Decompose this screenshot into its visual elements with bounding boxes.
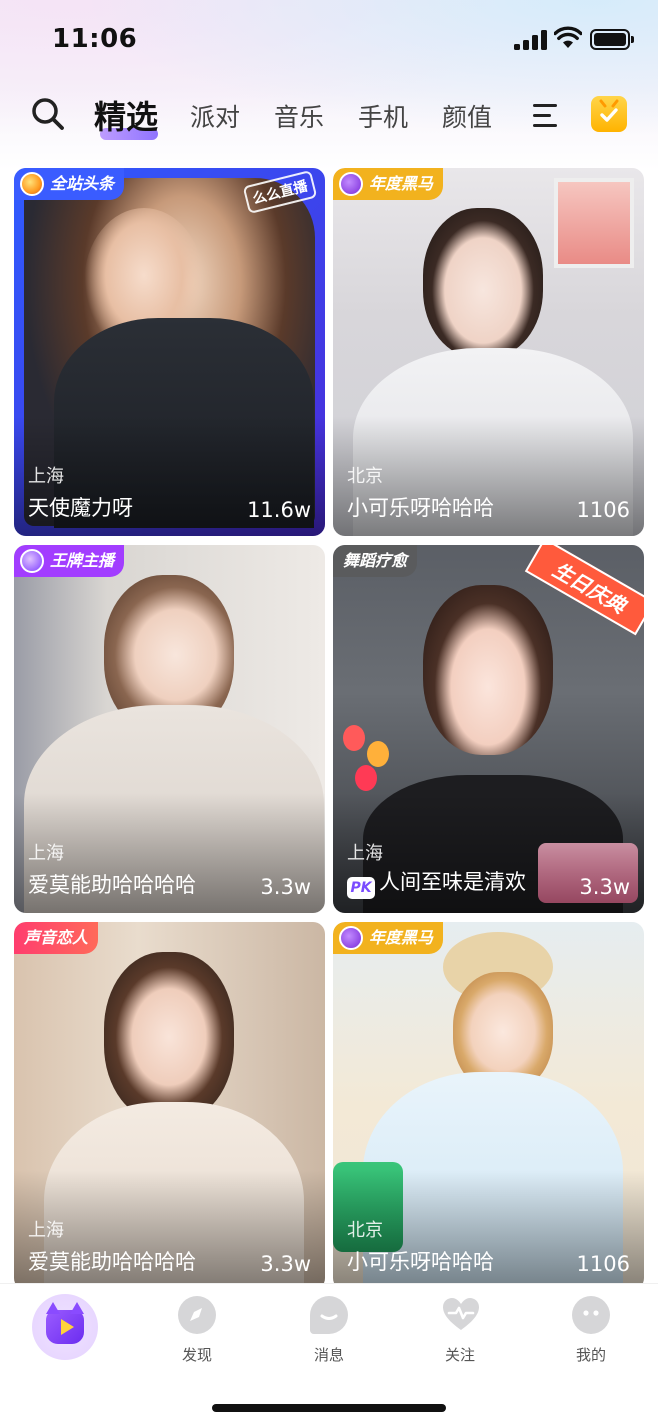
medal-icon — [20, 172, 44, 196]
card-badge: 舞蹈疗愈 — [333, 545, 418, 577]
top-nav: 精选 派对 音乐 手机 颜值 — [0, 88, 658, 148]
search-icon[interactable] — [30, 96, 66, 132]
live-card[interactable]: 年度黑马 北京 小可乐呀哈哈哈 1106 — [333, 168, 644, 536]
medal-icon — [339, 926, 363, 950]
status-time: 11:06 — [52, 24, 138, 54]
card-city: 上海 — [28, 843, 64, 864]
tab-looks[interactable]: 颜值 — [442, 98, 492, 134]
profile-face-icon — [572, 1296, 610, 1334]
medal-icon — [339, 172, 363, 196]
nav-follow[interactable]: 关注 — [420, 1296, 500, 1365]
card-streamer-name: 天使魔力呀 — [28, 496, 133, 520]
card-badge: 年度黑马 — [333, 922, 444, 954]
card-viewer-count: 3.3w — [579, 875, 630, 899]
card-city: 北京 — [347, 1220, 383, 1241]
medal-icon — [20, 549, 44, 573]
cat-logo-icon — [46, 1302, 84, 1344]
card-streamer-name: 爱莫能助哈哈哈哈 — [28, 1250, 196, 1274]
battery-icon — [590, 29, 634, 50]
compass-icon — [178, 1296, 216, 1334]
pk-icon: PK — [347, 877, 375, 899]
live-card[interactable]: 生日庆典 舞蹈疗愈 上海 PK 人间至味是清欢 3.3w — [333, 545, 644, 913]
card-city: 上海 — [347, 843, 383, 864]
signal-icon — [514, 30, 548, 50]
gift-icon[interactable] — [591, 96, 627, 132]
card-viewer-count: 1106 — [576, 498, 630, 522]
nav-profile[interactable]: 我的 — [551, 1296, 631, 1365]
menu-icon[interactable] — [533, 104, 557, 128]
nav-home[interactable] — [32, 1294, 98, 1360]
live-card[interactable]: 年度黑马 北京 小可乐呀哈哈哈 1106 — [333, 922, 644, 1283]
card-viewer-count: 1106 — [576, 1252, 630, 1276]
card-badge: 年度黑马 — [333, 168, 444, 200]
card-viewer-count: 3.3w — [260, 875, 311, 899]
tab-music[interactable]: 音乐 — [274, 98, 324, 134]
card-streamer-name: PK 人间至味是清欢 — [347, 866, 526, 899]
live-card[interactable]: 么么直播 全站头条 上海 天使魔力呀 11.6w — [14, 168, 325, 536]
live-card-grid: 么么直播 全站头条 上海 天使魔力呀 11.6w 年度黑马 北京 小可乐呀哈哈哈… — [14, 168, 644, 1283]
card-city: 上海 — [28, 466, 64, 487]
card-streamer-name: 小可乐呀哈哈哈 — [347, 496, 494, 520]
heart-pulse-icon — [441, 1296, 479, 1334]
card-city: 上海 — [28, 1220, 64, 1241]
card-badge: 全站头条 — [14, 168, 125, 200]
card-badge: 王牌主播 — [14, 545, 125, 577]
card-badge: 声音恋人 — [14, 922, 99, 954]
chat-bubble-icon — [310, 1296, 348, 1334]
card-streamer-name: 爱莫能助哈哈哈哈 — [28, 873, 196, 897]
tab-featured[interactable]: 精选 — [94, 92, 158, 138]
wifi-icon — [554, 26, 582, 48]
tab-mobile[interactable]: 手机 — [358, 98, 408, 134]
tab-party[interactable]: 派对 — [190, 98, 240, 134]
home-indicator — [212, 1404, 446, 1412]
nav-discover[interactable]: 发现 — [157, 1296, 237, 1365]
status-bar: 11:06 — [0, 0, 658, 80]
card-city: 北京 — [347, 466, 383, 487]
live-card[interactable]: 王牌主播 上海 爱莫能助哈哈哈哈 3.3w — [14, 545, 325, 913]
card-streamer-name: 小可乐呀哈哈哈 — [347, 1250, 494, 1274]
nav-messages[interactable]: 消息 — [289, 1296, 369, 1365]
card-viewer-count: 11.6w — [247, 498, 311, 522]
live-card[interactable]: 声音恋人 上海 爱莫能助哈哈哈哈 3.3w — [14, 922, 325, 1283]
card-viewer-count: 3.3w — [260, 1252, 311, 1276]
